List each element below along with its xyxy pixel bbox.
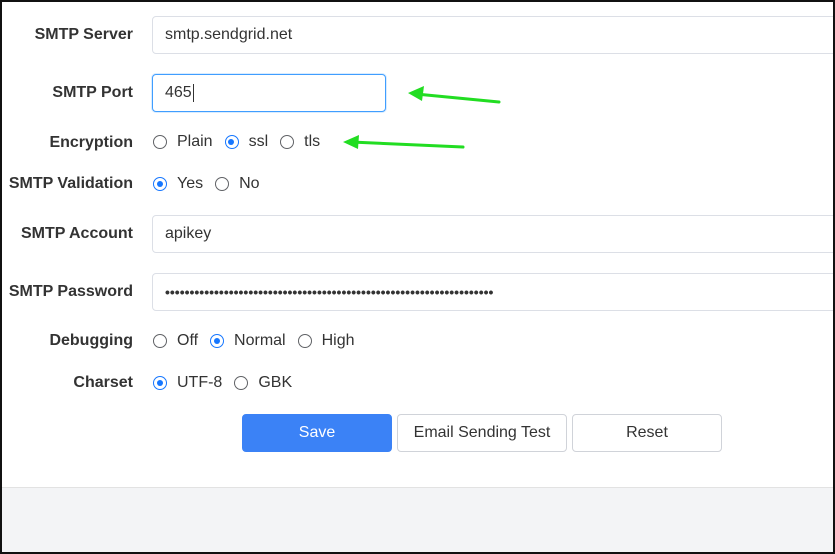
smtp-port-input[interactable]: 465: [152, 74, 386, 112]
smtp-server-input[interactable]: smtp.sendgrid.net: [152, 16, 833, 54]
encryption-option-tls[interactable]: tls: [280, 133, 320, 151]
charset-radio-group: UTF-8 GBK: [153, 374, 304, 392]
debugging-option-off[interactable]: Off: [153, 332, 198, 350]
smtp-validation-radio-group: Yes No: [153, 175, 272, 193]
text-caret: [192, 83, 194, 102]
smtp-settings-panel: SMTP Server smtp.sendgrid.net SMTP Port …: [0, 0, 835, 554]
debugging-radio-group: Off Normal High: [153, 332, 367, 350]
encryption-radio-group: Plain ssl tls: [153, 133, 332, 151]
radio-checked-icon: [153, 177, 167, 191]
encryption-label: Encryption: [49, 134, 133, 151]
debugging-label: Debugging: [49, 332, 133, 349]
radio-circle-icon: [215, 177, 230, 191]
smtp-account-label: SMTP Account: [20, 225, 133, 242]
radio-checked-icon: [153, 376, 167, 390]
radio-circle-icon: [297, 334, 312, 348]
reset-button[interactable]: Reset: [572, 414, 722, 452]
radio-checked-icon: [224, 135, 239, 149]
annotation-arrow-port-icon: [408, 86, 501, 104]
debugging-option-normal[interactable]: Normal: [210, 332, 286, 350]
validation-option-yes[interactable]: Yes: [153, 175, 203, 193]
encryption-option-plain[interactable]: Plain: [153, 133, 213, 151]
charset-label: Charset: [73, 374, 133, 391]
validation-option-no[interactable]: No: [215, 175, 260, 193]
radio-circle-icon: [280, 135, 295, 149]
radio-checked-icon: [210, 334, 225, 348]
smtp-validation-label: SMTP Validation: [8, 175, 133, 192]
smtp-port-value: 465: [165, 84, 192, 101]
save-button[interactable]: Save: [242, 414, 392, 452]
smtp-password-label: SMTP Password: [8, 283, 133, 300]
encryption-option-ssl[interactable]: ssl: [224, 133, 268, 151]
charset-option-gbk[interactable]: GBK: [234, 374, 292, 392]
charset-option-utf8[interactable]: UTF-8: [153, 374, 222, 392]
email-sending-test-button[interactable]: Email Sending Test: [397, 414, 567, 452]
annotation-arrow-encryption-icon: [343, 135, 465, 149]
smtp-port-label: SMTP Port: [52, 84, 133, 101]
footer-area: [2, 487, 833, 552]
smtp-account-input[interactable]: apikey: [152, 215, 833, 253]
radio-circle-icon: [153, 334, 167, 348]
debugging-option-high[interactable]: High: [297, 332, 355, 350]
smtp-password-input[interactable]: ••••••••••••••••••••••••••••••••••••••••…: [152, 273, 833, 311]
radio-circle-icon: [153, 135, 167, 149]
radio-circle-icon: [234, 376, 249, 390]
smtp-server-label: SMTP Server: [34, 26, 133, 43]
